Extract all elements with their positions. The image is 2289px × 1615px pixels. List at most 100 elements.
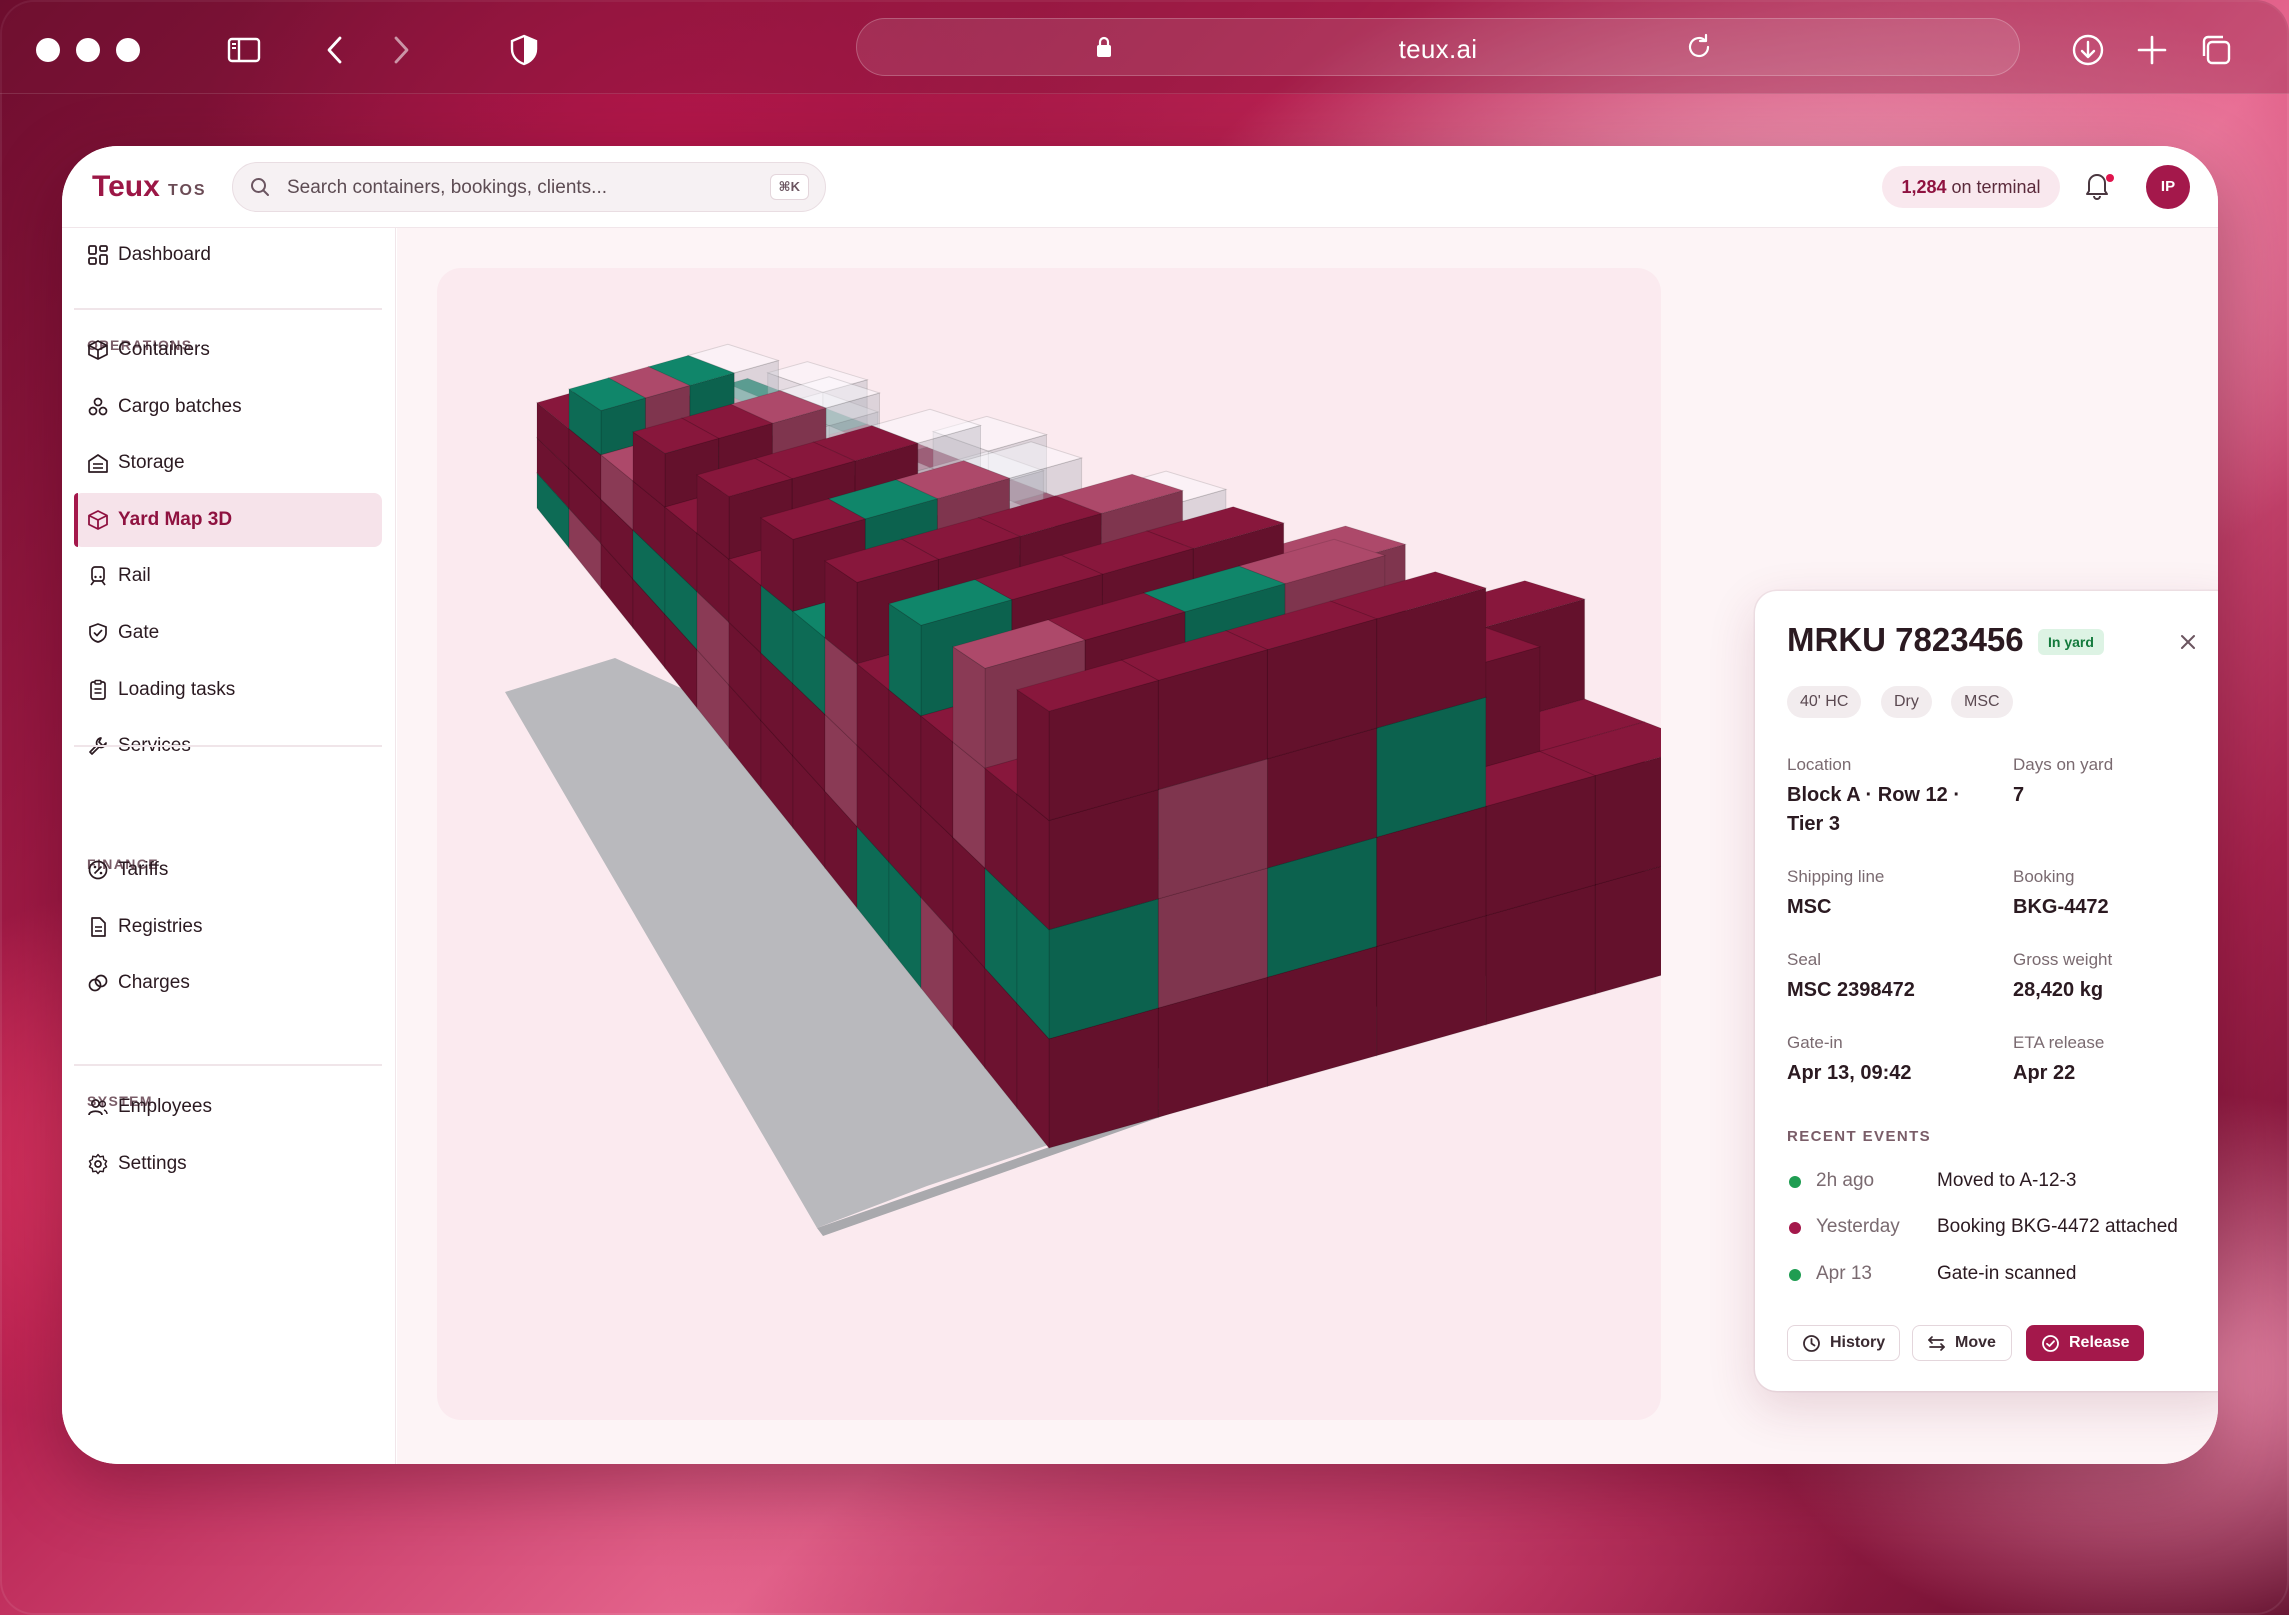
event-status-dot: [1789, 1222, 1801, 1234]
cube-icon: [88, 509, 108, 530]
shield-icon[interactable]: [502, 28, 546, 72]
global-search-input[interactable]: Search containers, bookings, clients... …: [232, 162, 826, 212]
sidebar-item-employees[interactable]: Employees: [74, 1080, 382, 1134]
location-value-line-1: Block A · Row 12 ·: [1787, 784, 1960, 806]
train-icon: [90, 566, 106, 586]
container-icon: [88, 340, 108, 360]
sidebar-divider: [74, 745, 382, 747]
shipping-line-value: MSC: [1787, 896, 1832, 918]
sidebar-item-label: Gate: [118, 622, 160, 643]
container-id: MRKU 7823456: [1787, 621, 2024, 658]
sidebar-item-gate[interactable]: Gate: [74, 606, 382, 660]
history-button-label: History: [1830, 1334, 1886, 1351]
reload-icon[interactable]: [1684, 32, 1714, 62]
tag-chip: 40' HC: [1787, 686, 1862, 718]
clipboard-icon: [90, 679, 106, 700]
history-button[interactable]: History: [1787, 1325, 1900, 1361]
document-icon: [91, 916, 106, 937]
sidebar-item-label: Storage: [118, 452, 185, 474]
sidebar-divider: [74, 1064, 382, 1066]
shipping-line-label: Shipping line: [1787, 867, 1885, 886]
event-time: Apr 13: [1816, 1263, 1872, 1284]
event-status-dot: [1789, 1176, 1801, 1188]
yard-3d-scene[interactable]: [437, 268, 1661, 1420]
sidebar-item-label: Registries: [118, 915, 203, 937]
days-on-yard-value: 7: [2013, 784, 2025, 806]
tag-chip: Dry: [1881, 686, 1932, 718]
clock-icon: [1803, 1335, 1820, 1352]
status-badge: In yard: [2038, 629, 2104, 655]
close-window-dot[interactable]: [36, 38, 60, 62]
sidebar-item-label: Yard Map 3D: [118, 508, 233, 530]
sidebar-item-cargo-batches[interactable]: Cargo batches: [74, 380, 382, 434]
percent-icon: [88, 860, 108, 880]
app-topbar: Teux TOS Search containers, bookings, cl…: [62, 146, 2218, 228]
eta-release-label: ETA release: [2013, 1033, 2105, 1052]
search-icon: [251, 178, 269, 196]
sidebar-item-storage[interactable]: Storage: [74, 436, 382, 490]
cargo-batches-icon: [88, 397, 108, 415]
booking-value: BKG-4472: [2013, 896, 2109, 918]
sidebar-item-label: Employees: [118, 1096, 212, 1117]
yard-map-3d-viewport[interactable]: [437, 268, 1661, 1420]
gear-icon: [88, 1153, 108, 1174]
move-button[interactable]: Move: [1912, 1325, 2012, 1361]
terminal-count-suffix: on terminal: [1946, 177, 2041, 197]
close-icon[interactable]: [2173, 627, 2203, 657]
back-icon[interactable]: [314, 28, 358, 72]
gate-in-value: Apr 13, 09:42: [1787, 1062, 1912, 1084]
app-logo[interactable]: Teux: [92, 170, 160, 204]
tabs-overview-icon[interactable]: [2194, 28, 2238, 72]
lock-icon: [1097, 36, 1111, 57]
search-shortcut-badge: ⌘K: [769, 174, 809, 200]
swap-arrows-icon: [1928, 1336, 1945, 1351]
dashboard-icon: [88, 245, 108, 265]
tag-chip: MSC: [1951, 686, 2013, 718]
download-icon[interactable]: [2066, 28, 2110, 72]
container-detail-card: MRKU 7823456 In yard 40' HC Dry MSC Loca…: [1755, 591, 2218, 1391]
event-text: Moved to A-12-3: [1937, 1170, 2077, 1191]
sidebar-item-containers[interactable]: Containers: [74, 323, 382, 377]
sidebar-item-charges[interactable]: Charges: [74, 956, 382, 1010]
event-status-dot: [1789, 1269, 1801, 1281]
sidebar-item-label: Rail: [118, 565, 151, 587]
address-bar[interactable]: teux.ai: [856, 18, 2020, 76]
browser-window: teux.ai Teux TOS Search containers, book…: [0, 0, 2289, 1615]
gross-weight-value: 28,420 kg: [2013, 979, 2104, 1001]
shield-check-icon: [89, 623, 107, 643]
sidebar-item-registries[interactable]: Registries: [74, 900, 382, 954]
sidebar-item-label: Containers: [118, 339, 210, 360]
release-button[interactable]: Release: [2026, 1325, 2144, 1361]
check-circle-icon: [2042, 1335, 2059, 1352]
sidebar-item-rail[interactable]: Rail: [74, 549, 382, 603]
notification-dot: [2106, 174, 2114, 182]
sidebar-item-label: Tariffs: [118, 859, 169, 880]
forward-icon[interactable]: [378, 28, 422, 72]
booking-label: Booking: [2013, 867, 2075, 886]
location-label: Location: [1787, 755, 1852, 774]
terminal-count-chip[interactable]: 1,284 on terminal: [1882, 166, 2060, 208]
seal-value: MSC 2398472: [1787, 979, 1915, 1001]
recent-events-title: RECENT EVENTS: [1787, 1128, 1932, 1145]
sidebar-item-label: Cargo batches: [118, 395, 242, 417]
days-on-yard-label: Days on yard: [2013, 755, 2114, 774]
event-time: 2h ago: [1816, 1170, 1875, 1191]
user-avatar[interactable]: IP: [2146, 165, 2190, 209]
event-text: Booking BKG-4472 attached: [1937, 1216, 2178, 1237]
zoom-window-dot[interactable]: [116, 38, 140, 62]
sidebar-toggle-icon[interactable]: [222, 28, 266, 72]
sidebar-item-tariffs[interactable]: Tariffs: [74, 843, 382, 897]
sidebar-item-dashboard[interactable]: Dashboard: [74, 228, 382, 282]
event-text: Gate-in scanned: [1937, 1263, 2077, 1284]
release-button-label: Release: [2069, 1334, 2130, 1351]
sidebar-item-settings[interactable]: Settings: [74, 1137, 382, 1191]
sidebar-item-loading-tasks[interactable]: Loading tasks: [74, 663, 382, 717]
minimize-window-dot[interactable]: [76, 38, 100, 62]
sidebar-divider: [74, 308, 382, 310]
users-icon: [88, 1099, 108, 1116]
new-tab-icon[interactable]: [2130, 28, 2174, 72]
sidebar-item-yard-map-3d[interactable]: Yard Map 3D: [74, 492, 382, 547]
browser-toolbar: teux.ai: [0, 0, 2289, 94]
seal-label: Seal: [1787, 950, 1822, 969]
eta-release-value: Apr 22: [2013, 1062, 2076, 1084]
